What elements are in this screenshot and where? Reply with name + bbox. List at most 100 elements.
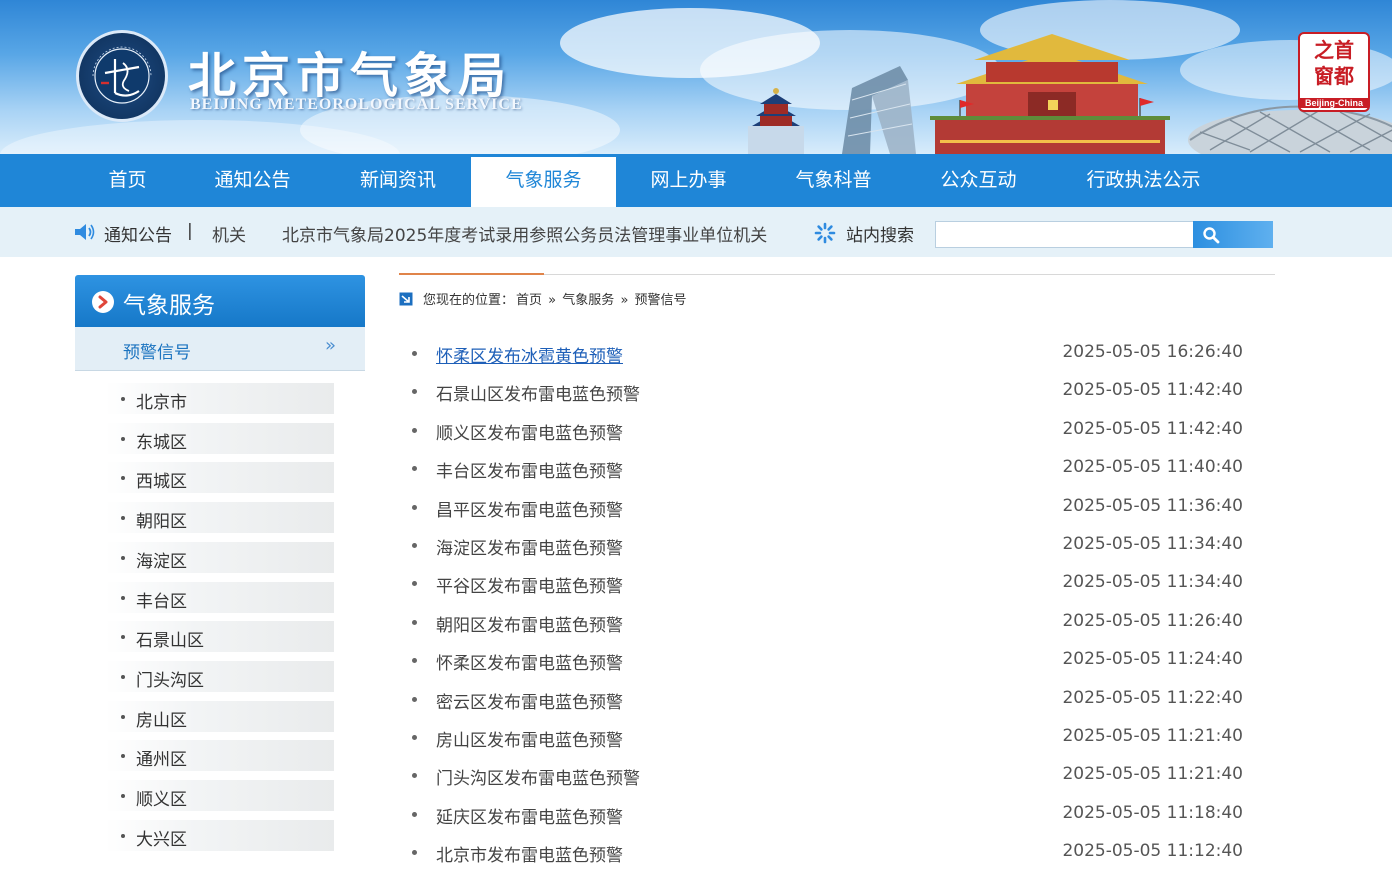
location-arrow-icon [399, 292, 413, 306]
warning-title-link[interactable]: 丰台区发布雷电蓝色预警 [436, 457, 623, 482]
nav-home[interactable]: 首页 [75, 154, 180, 207]
bullet-dot-icon [121, 674, 125, 679]
bullet-dot-icon [121, 476, 125, 481]
tiananmen-icon [930, 34, 1170, 154]
bullet-dot-icon [121, 794, 125, 798]
warning-list-item: 北京市发布雷电蓝色预警 2025-05-05 11:12:40 [410, 838, 1250, 868]
district-label: 通州区 [136, 750, 187, 771]
search-button[interactable] [1193, 221, 1273, 248]
warning-title-link[interactable]: 北京市发布雷电蓝色预警 [436, 841, 623, 866]
warning-list-item: 房山区发布雷电蓝色预警 2025-05-05 11:21:40 [410, 723, 1250, 753]
warning-date: 2025-05-05 11:22:40 [1062, 687, 1243, 708]
warning-title-link[interactable]: 石景山区发布雷电蓝色预警 [436, 380, 640, 405]
logo-emblem-icon [92, 46, 152, 104]
site-subtitle: BEIJING METEOROLOGICAL SERVICE [190, 96, 523, 113]
warning-title-link[interactable]: 怀柔区发布雷电蓝色预警 [436, 649, 623, 674]
sidebar-district-item[interactable]: 东城区 [105, 422, 334, 454]
district-label: 石景山区 [136, 631, 204, 652]
warning-list-item: 延庆区发布雷电蓝色预警 2025-05-05 11:18:40 [410, 800, 1250, 830]
bullet-dot-icon [412, 773, 417, 779]
warning-title-link[interactable]: 海淀区发布雷电蓝色预警 [436, 534, 623, 559]
search-input[interactable] [935, 221, 1194, 248]
bullet-dot-icon [121, 397, 125, 401]
sidebar-district-item[interactable]: 北京市 [105, 383, 334, 414]
warning-title-link[interactable]: 密云区发布雷电蓝色预警 [436, 688, 623, 713]
warning-date: 2025-05-05 16:26:40 [1062, 342, 1243, 362]
district-label: 大兴区 [136, 829, 187, 850]
sidebar-header: 气象服务 [75, 275, 365, 327]
warning-date: 2025-05-05 11:34:40 [1062, 572, 1243, 593]
sidebar-item-warning-signals[interactable]: 预警信号 » [75, 327, 365, 371]
nav-online-service[interactable]: 网上办事 [616, 154, 761, 207]
sidebar-district-item[interactable]: 西城区 [105, 462, 334, 494]
warning-list-item: 顺义区发布雷电蓝色预警 2025-05-05 11:42:40 [410, 416, 1250, 446]
warning-title-link[interactable]: 房山区发布雷电蓝色预警 [436, 726, 623, 751]
warning-list-item: 平谷区发布雷电蓝色预警 2025-05-05 11:34:40 [410, 569, 1250, 599]
sidebar-district-item[interactable]: 丰台区 [105, 581, 334, 613]
notice-ticker: 机关 北京市气象局2025年度考试录用参照公务员法管理事业单位机关 [212, 221, 767, 245]
warning-title-link[interactable]: 延庆区发布雷电蓝色预警 [436, 803, 623, 828]
cctv-building-icon [842, 66, 916, 154]
capital-window-badge[interactable]: 之首 窗都 Beijing-China [1298, 32, 1370, 112]
ticker-item[interactable]: 机关 [212, 221, 246, 245]
breadcrumb-weather-service[interactable]: 气象服务 [562, 293, 614, 308]
notice-bar: 通知公告 | 机关 北京市气象局2025年度考试录用参照公务员法管理事业单位机关 … [0, 207, 1392, 257]
speaker-icon [75, 224, 95, 240]
bullet-dot-icon [412, 543, 417, 548]
warning-date: 2025-05-05 11:21:40 [1062, 726, 1243, 746]
sidebar-district-item[interactable]: 大兴区 [105, 819, 334, 851]
sidebar-district-item[interactable]: 顺义区 [105, 780, 334, 811]
bullet-dot-icon [412, 658, 417, 664]
breadcrumb-prefix: 您现在的位置： [423, 293, 515, 308]
bullet-dot-icon [121, 833, 125, 838]
ticker-item[interactable]: 北京市气象局2025年度考试录用参照公务员法管理事业单位机关 [282, 221, 767, 245]
sidebar-sub-label: 预警信号 [123, 343, 191, 363]
bullet-dot-icon [412, 581, 417, 587]
district-label: 房山区 [136, 710, 187, 731]
bullet-dot-icon [121, 714, 125, 719]
nav-enforcement[interactable]: 行政执法公示 [1051, 154, 1236, 207]
capital-badge-chars: 之首 窗都 [1314, 38, 1354, 88]
notice-separator: | [187, 221, 193, 241]
sidebar-district-item[interactable]: 房山区 [105, 700, 334, 732]
warning-list-item: 朝阳区发布雷电蓝色预警 2025-05-05 11:26:40 [410, 608, 1250, 638]
capital-badge-en: Beijing-China [1300, 98, 1368, 108]
bullet-dot-icon [412, 351, 417, 356]
warning-title-link[interactable]: 门头沟区发布雷电蓝色预警 [436, 764, 640, 789]
birds-nest-stadium-icon [1188, 105, 1392, 154]
bullet-dot-icon [121, 436, 125, 441]
sidebar-district-item[interactable]: 门头沟区 [105, 660, 334, 692]
site-logo[interactable] [76, 30, 168, 122]
warning-title-link[interactable]: 平谷区发布雷电蓝色预警 [436, 572, 623, 597]
district-label: 顺义区 [136, 790, 187, 810]
sidebar-district-item[interactable]: 通州区 [105, 740, 334, 772]
warning-list-item: 密云区发布雷电蓝色预警 2025-05-05 11:22:40 [410, 685, 1250, 715]
main-nav: 首页 通知公告 新闻资讯 气象服务 网上办事 气象科普 公众互动 行政执法公示 [0, 154, 1392, 207]
nav-interaction[interactable]: 公众互动 [906, 154, 1051, 207]
sidebar-district-item[interactable]: 海淀区 [105, 541, 334, 573]
warning-date: 2025-05-05 11:36:40 [1062, 495, 1243, 516]
nav-science[interactable]: 气象科普 [761, 154, 906, 207]
bullet-dot-icon [412, 811, 417, 817]
sidebar-district-item[interactable]: 朝阳区 [105, 502, 334, 534]
bullet-dot-icon [412, 427, 417, 433]
bullet-dot-icon [121, 516, 125, 521]
warning-title-link[interactable]: 昌平区发布雷电蓝色预警 [436, 496, 623, 521]
nav-notices[interactable]: 通知公告 [180, 154, 325, 207]
nav-news[interactable]: 新闻资讯 [325, 154, 471, 207]
warning-title-link[interactable]: 怀柔区发布冰雹黄色预警 [436, 342, 623, 367]
warning-list-item: 丰台区发布雷电蓝色预警 2025-05-05 11:40:40 [410, 454, 1250, 484]
warning-title-link[interactable]: 顺义区发布雷电蓝色预警 [436, 419, 623, 444]
breadcrumb-warning-signals[interactable]: 预警信号 [635, 293, 687, 308]
breadcrumb-home[interactable]: 首页 [516, 293, 542, 308]
bullet-dot-icon [412, 696, 417, 702]
warning-date: 2025-05-05 11:24:40 [1062, 649, 1243, 670]
breadcrumb-separator: » [548, 293, 557, 308]
bullet-dot-icon [412, 735, 417, 740]
nav-weather-service[interactable]: 气象服务 [471, 157, 616, 207]
site-banner: 北京市气象局 BEIJING METEOROLOGICAL SERVICE 之首… [0, 0, 1392, 154]
notice-label[interactable]: 通知公告 [104, 221, 172, 246]
content-divider-accent [399, 273, 544, 275]
warning-title-link[interactable]: 朝阳区发布雷电蓝色预警 [436, 611, 623, 636]
sidebar-district-item[interactable]: 石景山区 [105, 621, 334, 653]
